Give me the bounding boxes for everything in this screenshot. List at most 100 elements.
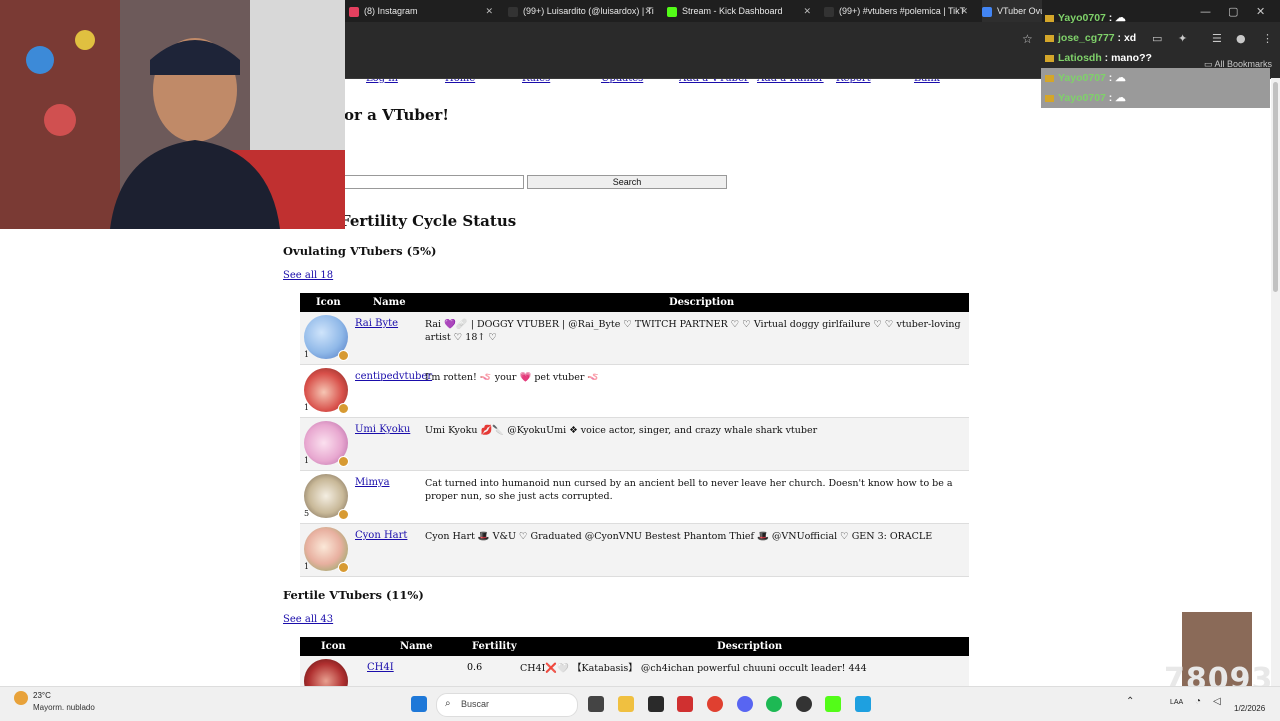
rank-number: 1 xyxy=(304,350,310,359)
table-row: CH4I 0.6 CH4I❌🤍 【Katabasis】 @ch4ichan po… xyxy=(300,656,969,686)
app-icon[interactable] xyxy=(648,696,664,712)
col-fertility: Fertility xyxy=(472,641,517,652)
page-scrollbar[interactable] xyxy=(1271,78,1280,686)
chat-overlay: Yayo0707 : ☁ jose_cg777 : xd Latiosdh : … xyxy=(1041,8,1270,108)
vtuber-name-link[interactable]: centipedvtuber xyxy=(355,371,432,382)
col-icon: Icon xyxy=(321,641,346,652)
close-tab-icon[interactable]: ✕ xyxy=(960,0,968,22)
rank-number: 1 xyxy=(304,456,310,465)
chat-message: Latiosdh : mano?? xyxy=(1041,48,1270,68)
crown-icon xyxy=(1045,54,1054,62)
tab-tiktok-vtubers[interactable]: (99+) #vtubers #polemica | TikT ✕ xyxy=(824,0,974,22)
search-heading: or a VTuber! xyxy=(344,106,449,124)
taskbar-date[interactable]: 1/2/2026 xyxy=(1234,704,1265,713)
badge-icon xyxy=(338,562,349,573)
volume-icon[interactable]: ◁ xyxy=(1213,696,1221,707)
emote-icon: ☁ xyxy=(1115,12,1126,24)
vtuber-description: Cat turned into humanoid nun cursed by a… xyxy=(425,478,953,502)
kick-icon[interactable] xyxy=(825,696,841,712)
col-description: Description xyxy=(669,297,735,308)
table-row: 1 Umi Kyoku Umi Kyoku 💋🔪 @KyokuUmi ❖ voi… xyxy=(300,418,969,471)
windows-taskbar: 23°C Mayorm. nublado ⌕ Buscar ⌃ LAA ◔ ◁ … xyxy=(0,686,1280,721)
col-name: Name xyxy=(373,297,406,308)
search-input[interactable] xyxy=(344,175,524,189)
tray-chevron-icon[interactable]: ⌃ xyxy=(1126,696,1134,707)
ovulating-see-all-link[interactable]: See all 18 xyxy=(283,270,333,281)
emote-icon: ☁ xyxy=(1115,72,1126,84)
tab-tiktok-luisardito[interactable]: (99+) Luisardito (@luisardox) | Ti ✕ xyxy=(508,0,658,22)
col-description: Description xyxy=(717,641,783,652)
crown-icon xyxy=(1045,94,1054,102)
tab-kick-dashboard[interactable]: Stream - Kick Dashboard ✕ xyxy=(667,0,817,22)
chat-message: jose_cg777 : xd xyxy=(1041,28,1270,48)
search-icon: ⌕ xyxy=(445,698,451,709)
fertile-see-all-link[interactable]: See all 43 xyxy=(283,614,333,625)
kick-icon xyxy=(667,6,677,17)
rank-number: 1 xyxy=(304,403,310,412)
streamer-camera-image xyxy=(0,0,345,229)
badge-icon xyxy=(338,456,349,467)
cycle-status-heading: Fertility Cycle Status xyxy=(340,212,517,230)
search-button[interactable]: Search xyxy=(527,175,727,189)
vtuber-name-link[interactable]: Rai Byte xyxy=(355,318,398,329)
fertility-value: 0.6 xyxy=(467,662,483,673)
table-header: Icon Name Description xyxy=(300,293,969,312)
fertile-table: Icon Name Fertility Description CH4I 0.6… xyxy=(300,637,969,686)
badge-icon xyxy=(338,350,349,361)
vtuber-name-link[interactable]: Cyon Hart xyxy=(355,530,407,541)
close-tab-icon[interactable]: ✕ xyxy=(485,0,493,22)
tab-instagram[interactable]: (8) Instagram ✕ xyxy=(349,0,499,22)
weather-temp: 23°C xyxy=(33,691,51,700)
table-header: Icon Name Fertility Description xyxy=(300,637,969,656)
task-view-icon[interactable] xyxy=(588,696,604,712)
crown-icon xyxy=(1045,74,1054,82)
chrome-icon[interactable] xyxy=(707,696,723,712)
crown-icon xyxy=(1045,34,1054,42)
emote-icon: ☁ xyxy=(1115,92,1126,104)
spotify-icon[interactable] xyxy=(766,696,782,712)
close-tab-icon[interactable]: ✕ xyxy=(644,0,652,22)
tab-vtuber-tracker[interactable]: VTuber Ovulation Tracker Lo xyxy=(982,0,1042,22)
tiktok-icon xyxy=(824,6,834,17)
vtuber-description: Rai 💜🩹 | DOGGY VTUBER | @Rai_Byte ♡ TWIT… xyxy=(425,319,961,343)
vtuber-description: CH4I❌🤍 【Katabasis】 @ch4ichan powerful ch… xyxy=(520,663,867,674)
discord-icon[interactable] xyxy=(737,696,753,712)
bookmark-star-icon[interactable]: ☆ xyxy=(1022,32,1033,46)
vtuber-name-link[interactable]: Mimya xyxy=(355,477,390,488)
table-row: 1 Rai Byte Rai 💜🩹 | DOGGY VTUBER | @Rai_… xyxy=(300,312,969,365)
col-icon: Icon xyxy=(316,297,341,308)
chat-message: Yayo0707 : ☁ xyxy=(1041,88,1270,108)
badge-icon xyxy=(338,509,349,520)
windows-start-icon[interactable] xyxy=(411,696,427,712)
globe-icon xyxy=(982,6,992,17)
vtuber-name-link[interactable]: Umi Kyoku xyxy=(355,424,410,435)
vtuber-description: I'm rotten! 🪱 your 💗 pet vtuber 🪱 xyxy=(425,372,600,383)
table-row: 5 Mimya Cat turned into humanoid nun cur… xyxy=(300,471,969,524)
file-explorer-icon[interactable] xyxy=(618,696,634,712)
instagram-icon xyxy=(349,6,359,17)
chat-message: Yayo0707 : ☁ xyxy=(1041,68,1270,88)
weather-icon[interactable] xyxy=(14,691,28,705)
fertile-heading: Fertile VTubers (11%) xyxy=(283,588,424,602)
vtuber-description: Cyon Hart 🎩 V&U ♡ Graduated @CyonVNU Bes… xyxy=(425,531,933,542)
table-row: 1 centipedvtuber I'm rotten! 🪱 your 💗 pe… xyxy=(300,365,969,418)
avatar[interactable] xyxy=(304,659,348,686)
vtuber-description: Umi Kyoku 💋🔪 @KyokuUmi ❖ voice actor, si… xyxy=(425,425,818,436)
wifi-icon[interactable]: ◔ xyxy=(1195,696,1201,707)
app-icon[interactable] xyxy=(855,696,871,712)
close-tab-icon[interactable]: ✕ xyxy=(803,0,811,22)
chat-message: Yayo0707 : ☁ xyxy=(1041,8,1270,28)
taskbar-search[interactable]: ⌕ Buscar xyxy=(436,693,578,717)
rank-number: 1 xyxy=(304,562,310,571)
table-row: 1 Cyon Hart Cyon Hart 🎩 V&U ♡ Graduated … xyxy=(300,524,969,577)
crown-icon xyxy=(1045,14,1054,22)
vtuber-name-link[interactable]: CH4I xyxy=(367,662,394,673)
obs-icon[interactable] xyxy=(796,696,812,712)
language-indicator[interactable]: LAA xyxy=(1170,699,1183,706)
col-name: Name xyxy=(400,641,433,652)
tiktok-icon xyxy=(508,6,518,17)
app-icon[interactable] xyxy=(677,696,693,712)
scrollbar-thumb[interactable] xyxy=(1273,82,1278,292)
badge-icon xyxy=(338,403,349,414)
weather-desc: Mayorm. nublado xyxy=(33,703,95,712)
